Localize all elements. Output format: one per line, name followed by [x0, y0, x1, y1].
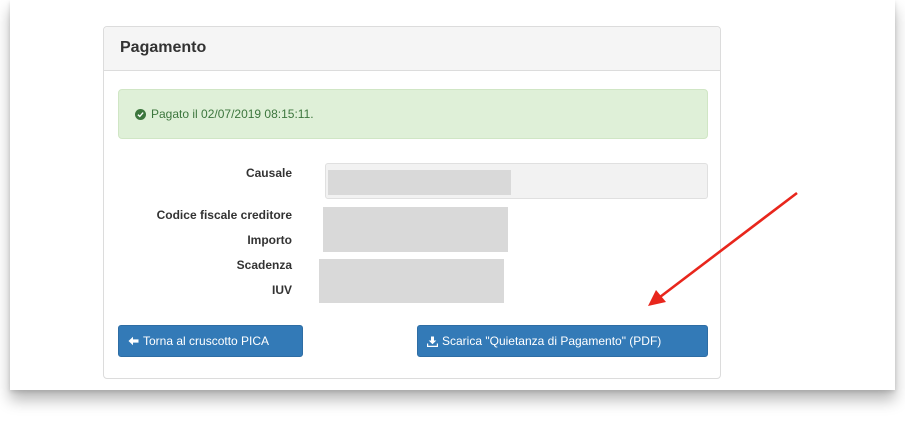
alert-text: Pagato il 02/07/2019 08:15:11.: [151, 107, 314, 121]
causale-label: Causale: [245, 166, 292, 180]
download-icon: [427, 336, 438, 347]
scadenza-label: Scadenza: [236, 258, 292, 272]
codice-fiscale-label: Codice fiscale creditore: [156, 208, 292, 222]
arrow-left-icon: [128, 336, 139, 346]
back-button-label: Torna al cruscotto PICA: [143, 334, 270, 348]
redacted-block: [328, 170, 511, 195]
payment-success-alert: Pagato il 02/07/2019 08:15:11.: [118, 89, 708, 139]
importo-label: Importo: [247, 233, 292, 247]
iuv-label: IUV: [271, 283, 292, 297]
back-to-dashboard-button[interactable]: Torna al cruscotto PICA: [118, 325, 303, 357]
download-receipt-button[interactable]: Scarica "Quietanza di Pagamento" (PDF): [417, 325, 708, 357]
payment-panel: Pagamento Pagato il 02/07/2019 08:15:11.…: [103, 26, 721, 379]
panel-title: Pagamento: [104, 27, 720, 71]
redacted-block: [323, 207, 508, 252]
download-button-label: Scarica "Quietanza di Pagamento" (PDF): [442, 334, 662, 348]
redacted-block: [319, 259, 504, 303]
check-circle-icon: [135, 108, 146, 120]
causale-field: [325, 163, 708, 199]
